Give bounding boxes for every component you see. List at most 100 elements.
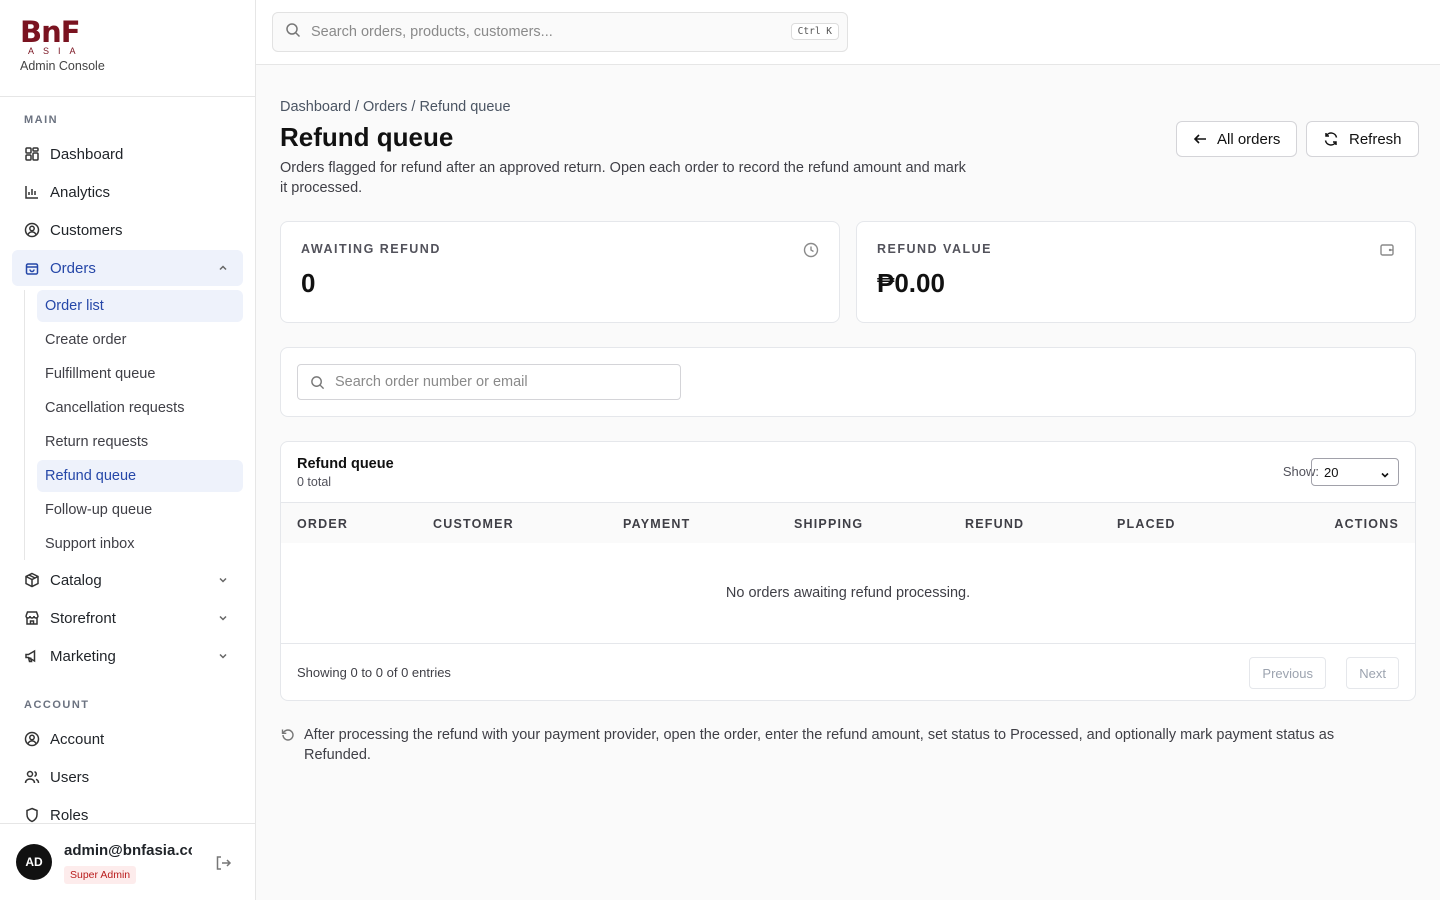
order-search-input[interactable]: Search order number or email [297, 364, 681, 400]
sidebar-item-label: Customers [50, 221, 123, 239]
user-circle-icon [24, 731, 40, 747]
sidebar-item-label: Roles [50, 806, 89, 824]
store-icon [24, 610, 40, 626]
help-note-text: After processing the refund with your pa… [304, 727, 1335, 763]
stat-card-awaiting-refund: AWAITING REFUND 0 [280, 221, 840, 323]
users-icon [24, 769, 40, 785]
stat-value: ₱0.00 [877, 268, 945, 298]
sidebar-item-label: Marketing [50, 647, 116, 665]
next-page-button[interactable]: Next [1346, 657, 1399, 689]
refresh-icon [1323, 131, 1339, 147]
package-icon [24, 572, 40, 588]
user-email: admin@bnfasia.com [64, 842, 192, 859]
page-description: Orders flagged for refund after an appro… [280, 160, 966, 196]
previous-page-button[interactable]: Previous [1249, 657, 1326, 689]
chevron-down-icon[interactable] [217, 573, 229, 585]
submenu-guide [24, 290, 25, 560]
table-header: ORDER CUSTOMER PAYMENT SHIPPING REFUND P… [281, 502, 1415, 543]
sidebar-subitem-follow-up-queue[interactable]: Follow-up queue [37, 494, 243, 526]
brand-logo-sub: ASIA [28, 46, 85, 56]
sidebar-subitem-create-order[interactable]: Create order [37, 324, 243, 356]
arrow-left-icon [1193, 132, 1207, 146]
wallet-icon [1379, 242, 1395, 258]
user-circle-icon [24, 222, 40, 238]
sidebar-item-customers[interactable]: Customers [12, 212, 243, 248]
grid-icon [24, 146, 40, 162]
shopping-bag-icon [24, 260, 40, 276]
page-size-select[interactable]: 20 [1311, 458, 1399, 486]
all-orders-button[interactable]: All orders [1176, 121, 1298, 157]
sidebar-item-label: Catalog [50, 571, 102, 589]
search-placeholder: Search orders, products, customers... [311, 24, 553, 40]
sidebar-item-account[interactable]: Account [12, 721, 243, 757]
page-title: Refund queue [280, 122, 454, 152]
clock-icon [803, 242, 819, 258]
breadcrumb-current: Refund queue [419, 99, 511, 115]
empty-state-message: No orders awaiting refund processing. [725, 585, 971, 601]
column-header-actions: ACTIONS [1334, 517, 1399, 531]
avatar[interactable]: AD [16, 844, 52, 880]
breadcrumb-dashboard[interactable]: Dashboard [280, 99, 351, 115]
sidebar-item-dashboard[interactable]: Dashboard [12, 136, 243, 172]
global-search-input[interactable]: Search orders, products, customers... Ct… [272, 12, 848, 52]
sidebar-subitem-support-inbox[interactable]: Support inbox [37, 528, 243, 560]
bar-chart-icon [24, 184, 40, 200]
topbar: Search orders, products, customers... Ct… [256, 0, 1440, 65]
sidebar-item-label: Analytics [50, 183, 111, 201]
sidebar-item-label: Storefront [50, 609, 116, 627]
user-panel: AD admin@bnfasia.com Super Admin [0, 823, 255, 900]
column-header-shipping[interactable]: SHIPPING [794, 517, 863, 531]
column-header-order[interactable]: ORDER [297, 517, 348, 531]
nav-section-account: ACCOUNT [24, 699, 90, 711]
column-header-refund[interactable]: REFUND [965, 517, 1024, 531]
brand: BnF ASIA Admin Console [0, 0, 255, 97]
breadcrumb-orders[interactable]: Orders [363, 99, 407, 115]
undo-icon [280, 727, 296, 743]
role-badge: Super Admin [64, 866, 137, 884]
chevron-up-icon[interactable] [217, 261, 229, 273]
column-header-customer[interactable]: CUSTOMER [433, 517, 514, 531]
sidebar-item-analytics[interactable]: Analytics [12, 174, 243, 210]
shield-icon [24, 807, 40, 823]
sidebar-item-label: Users [50, 768, 90, 786]
search-placeholder: Search order number or email [335, 374, 528, 390]
breadcrumb: Dashboard / Orders / Refund queue [280, 99, 511, 115]
sidebar-item-label: Orders [50, 259, 96, 277]
column-header-payment[interactable]: PAYMENT [623, 517, 690, 531]
nav-section-main: MAIN [24, 114, 59, 126]
sidebar-item-storefront[interactable]: Storefront [12, 600, 243, 636]
sidebar-item-marketing[interactable]: Marketing [12, 638, 243, 674]
megaphone-icon [24, 648, 40, 664]
filter-card: Search order number or email [280, 347, 1416, 417]
logout-icon[interactable] [214, 854, 232, 872]
sidebar-item-catalog[interactable]: Catalog [12, 562, 243, 598]
search-icon [285, 22, 301, 43]
sidebar-subitem-fulfillment-queue[interactable]: Fulfillment queue [37, 358, 243, 390]
sidebar-subitem-order-list[interactable]: Order list [37, 290, 243, 322]
search-icon [310, 375, 325, 390]
entries-summary: Showing 0 to 0 of 0 entries [297, 665, 451, 680]
stat-label: REFUND VALUE [877, 242, 992, 256]
column-header-placed[interactable]: PLACED [1117, 517, 1176, 531]
sidebar-subitem-return-requests[interactable]: Return requests [37, 426, 243, 458]
sidebar-subitem-refund-queue[interactable]: Refund queue [37, 460, 243, 492]
sidebar-item-orders[interactable]: Orders [12, 250, 243, 286]
sidebar-subitem-cancellation-requests[interactable]: Cancellation requests [37, 392, 243, 424]
sidebar-item-users[interactable]: Users [12, 759, 243, 795]
table-footer: Showing 0 to 0 of 0 entries Previous Nex… [281, 643, 1415, 700]
sidebar: BnF ASIA Admin Console MAIN Dashboard An… [0, 0, 256, 900]
chevron-down-icon[interactable] [217, 611, 229, 623]
stat-value: 0 [301, 268, 316, 298]
stat-card-refund-value: REFUND VALUE ₱0.00 [856, 221, 1416, 323]
table-title: Refund queue [297, 456, 394, 472]
sidebar-item-label: Account [50, 730, 105, 748]
brand-logo[interactable]: BnF [20, 18, 235, 47]
table-total: 0 total [297, 475, 332, 489]
keyboard-shortcut: Ctrl K [790, 23, 839, 40]
chevron-down-icon [1380, 468, 1390, 478]
chevron-down-icon[interactable] [217, 649, 229, 661]
sidebar-item-label: Dashboard [50, 145, 124, 163]
refresh-button[interactable]: Refresh [1306, 121, 1419, 157]
stat-label: AWAITING REFUND [301, 242, 441, 256]
brand-subtitle: Admin Console [20, 59, 105, 73]
